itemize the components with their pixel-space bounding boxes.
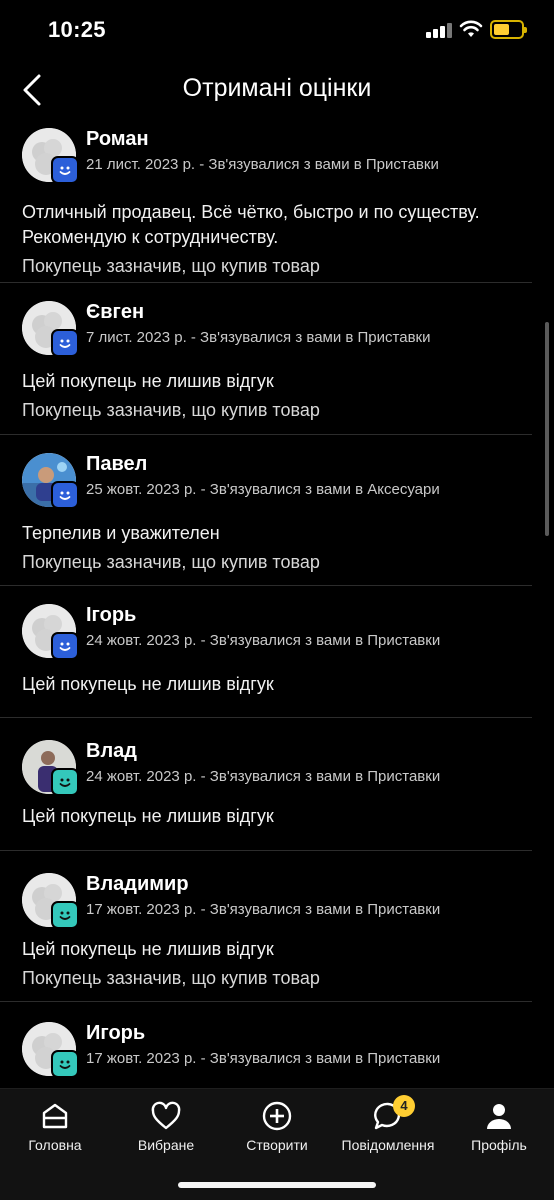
plus-circle-icon: [262, 1101, 292, 1131]
review-item[interactable]: Владимир 17 жовт. 2023 р. - Зв'язувалися…: [0, 851, 532, 1002]
review-item[interactable]: Євген 7 лист. 2023 р. - Зв'язувалися з в…: [0, 283, 532, 435]
smile-icon: [59, 911, 71, 920]
scrollbar[interactable]: [545, 322, 549, 536]
purchase-note: Покупець зазначив, що купив товар: [22, 400, 320, 420]
heart-icon: [151, 1101, 181, 1130]
avatar: [22, 740, 79, 796]
rating-badge: [51, 1050, 79, 1078]
page-title: Отримані оцінки: [182, 74, 372, 102]
smile-icon: [59, 339, 71, 348]
review-comment: Отличный продавец. Всё чётко, быстро и п…: [22, 202, 480, 247]
smile-icon: [59, 642, 71, 651]
rating-badge: [51, 481, 79, 509]
rating-badge: [51, 329, 79, 357]
avatar: [22, 128, 79, 184]
review-meta: 24 жовт. 2023 р. - Зв'язувалися з вами в…: [86, 768, 441, 785]
reviewer-name: Ігорь: [86, 604, 137, 626]
home-indicator: [178, 1182, 376, 1188]
nav-favorites-label: Вибране: [137, 1137, 195, 1153]
nav-messages[interactable]: 4 Повідомлення: [333, 1095, 443, 1153]
avatar: [22, 873, 79, 929]
reviewer-name: Игорь: [86, 1022, 146, 1044]
rating-badge: [51, 632, 79, 660]
smile-icon: [59, 778, 71, 787]
nav-home-label: Головна: [28, 1137, 82, 1153]
rating-badge: [51, 768, 79, 796]
review-meta: 17 жовт. 2023 р. - Зв'язувалися з вами в…: [86, 901, 441, 918]
review-comment: Цей покупець не лишив відгук: [22, 939, 274, 959]
avatar: [22, 604, 79, 660]
avatar: [22, 453, 79, 509]
smile-icon: [59, 491, 71, 500]
review-item[interactable]: Ігорь 24 жовт. 2023 р. - Зв'язувалися з …: [0, 586, 532, 718]
review-comment: Терпелив и уважителен: [22, 523, 220, 543]
review-comment: Цей покупець не лишив відгук: [22, 806, 274, 826]
header: Отримані оцінки: [0, 62, 554, 120]
review-comment: Цей покупець не лишив відгук: [22, 674, 274, 694]
reviewer-name: Влад: [86, 740, 137, 762]
nav-create[interactable]: Створити: [222, 1099, 332, 1153]
avatar: [22, 1022, 79, 1078]
reviewer-name: Павел: [86, 453, 148, 475]
purchase-note: Покупець зазначив, що купив товар: [22, 256, 320, 276]
reviewer-name: Євген: [86, 301, 145, 323]
review-item[interactable]: Роман 21 лист. 2023 р. - Зв'язувалися з …: [0, 120, 532, 283]
rating-badge: [51, 156, 79, 184]
nav-home[interactable]: Головна: [0, 1099, 110, 1153]
reviewer-name: Роман: [86, 128, 149, 150]
nav-messages-label: Повідомлення: [341, 1137, 435, 1153]
review-meta: 7 лист. 2023 р. - Зв'язувалися з вами в …: [86, 329, 431, 346]
status-bar: 10:25: [0, 0, 554, 62]
review-comment: Цей покупець не лишив відгук: [22, 371, 274, 391]
review-meta: 25 жовт. 2023 р. - Зв'язувалися з вами в…: [86, 481, 440, 498]
nav-favorites[interactable]: Вибране: [111, 1099, 221, 1153]
nav-profile-label: Профіль: [471, 1137, 527, 1153]
review-meta: 21 лист. 2023 р. - Зв'язувалися з вами в…: [86, 156, 439, 173]
smile-icon: [59, 1060, 71, 1069]
reviews-list[interactable]: Роман 21 лист. 2023 р. - Зв'язувалися з …: [0, 120, 554, 1088]
review-item[interactable]: Игорь 17 жовт. 2023 р. - Зв'язувалися з …: [0, 1002, 532, 1088]
review-meta: 24 жовт. 2023 р. - Зв'язувалися з вами в…: [86, 632, 441, 649]
signal-icon: [426, 22, 452, 38]
review-item[interactable]: Павел 25 жовт. 2023 р. - Зв'язувалися з …: [0, 435, 532, 586]
purchase-note: Покупець зазначив, що купив товар: [22, 552, 320, 572]
purchase-note: Покупець зазначив, що купив товар: [22, 968, 320, 988]
avatar: [22, 301, 79, 357]
user-icon: [487, 1104, 511, 1129]
status-time: 10:25: [48, 17, 106, 42]
nav-profile[interactable]: Профіль: [444, 1099, 554, 1153]
messages-count-badge: 4: [393, 1095, 415, 1117]
rating-badge: [51, 901, 79, 929]
home-icon: [42, 1103, 68, 1129]
review-meta: 17 жовт. 2023 р. - Зв'язувалися з вами в…: [86, 1050, 441, 1067]
review-item[interactable]: Влад 24 жовт. 2023 р. - Зв'язувалися з в…: [0, 718, 532, 851]
battery-icon: [490, 20, 527, 39]
smile-icon: [59, 166, 71, 175]
wifi-icon: [459, 20, 483, 37]
nav-create-label: Створити: [246, 1137, 308, 1153]
reviewer-name: Владимир: [86, 873, 189, 895]
